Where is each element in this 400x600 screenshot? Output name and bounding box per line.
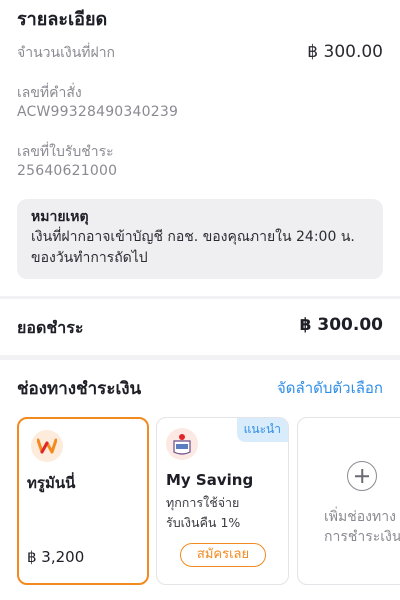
order-number-label: เลขที่คำสั่ง <box>17 85 82 101</box>
add-payment-method-line-1: เพิ่มช่องทาง <box>324 509 396 525</box>
note-line-1: เงินที่ฝากอาจเข้าบัญชี กอช. ของคุณภายใน … <box>31 229 355 245</box>
deposit-amount-value: ฿ 300.00 <box>307 42 383 62</box>
recommended-badge: แนะนำ <box>236 418 288 442</box>
payment-section: ช่องทางชำระเงิน จัดลำดับตัวเลือก ทรูมันน… <box>0 360 400 600</box>
my-saving-desc-line-1: ทุกการใช้จ่าย <box>166 495 240 510</box>
details-title: รายละเอียด <box>17 9 108 30</box>
kkp-logo-icon <box>166 428 198 460</box>
total-bar: ยอดชำระ ฿ 300.00 <box>0 299 400 355</box>
order-number-value: ACW99328490340239 <box>17 104 179 120</box>
truemoney-name: ทรูมันนี่ <box>27 474 76 492</box>
my-saving-desc: ทุกการใช้จ่าย รับเงินคืน 1% <box>166 493 240 533</box>
my-saving-name: My Saving <box>166 471 254 489</box>
payment-title: ช่องทางชำระเงิน <box>17 379 142 399</box>
total-amount: ฿ 300.00 <box>299 315 383 335</box>
note-line-2: ของวันทำการถัดไป <box>31 250 148 266</box>
reorder-options-link[interactable]: จัดลำดับตัวเลือก <box>277 376 383 400</box>
payment-method-truemoney[interactable]: ทรูมันนี่ ฿ 3,200 <box>17 417 149 585</box>
add-payment-method-line-2: การชำระเงิน <box>324 529 400 545</box>
add-payment-method-card[interactable]: เพิ่มช่องทาง การชำระเงิน <box>297 417 400 585</box>
total-label: ยอดชำระ <box>17 318 84 337</box>
payment-method-my-saving[interactable]: แนะนำ My Saving ทุกการใช้จ่าย รับเงินคืน… <box>156 417 289 585</box>
add-payment-method-label: เพิ่มช่องทาง การชำระเงิน <box>324 507 400 547</box>
plus-icon <box>347 461 377 491</box>
details-section: รายละเอียด จำนวนเงินที่ฝาก ฿ 300.00 เลขท… <box>0 0 400 296</box>
deposit-amount-label: จำนวนเงินที่ฝาก <box>17 45 116 61</box>
note-title: หมายเหตุ <box>31 209 89 225</box>
note-box: หมายเหตุ เงินที่ฝากอาจเข้าบัญชี กอช. ของ… <box>17 199 383 279</box>
apply-now-button[interactable]: สมัครเลย <box>180 543 266 567</box>
my-saving-desc-line-2: รับเงินคืน 1% <box>166 515 241 530</box>
truemoney-logo-icon <box>31 430 63 462</box>
truemoney-balance: ฿ 3,200 <box>27 548 85 566</box>
receipt-number-value: 25640621000 <box>17 163 118 179</box>
receipt-number-label: เลขที่ใบรับชำระ <box>17 144 114 160</box>
